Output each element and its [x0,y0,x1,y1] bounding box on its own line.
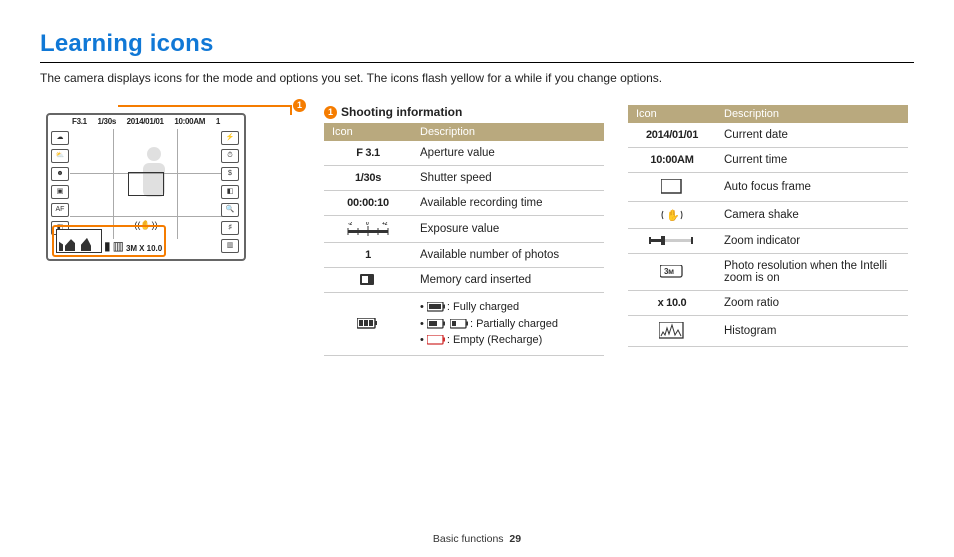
card-icon [324,268,412,293]
description-cell: Auto focus frame [716,173,908,202]
table-row: Histogram [628,316,908,347]
icon-table-2: IconDescription 2014/01/01Current date10… [628,105,908,347]
description-cell: Camera shake [716,202,908,229]
description-cell: Exposure value [412,216,604,243]
osd-shutter: 1/30s [97,117,116,129]
osd-icon: $ [221,167,239,181]
battery-icon [324,293,412,356]
description-cell: Photo resolution when the Intelli zoom i… [716,254,908,291]
table-row: 10:00AMCurrent time [628,148,908,173]
description-cell: Memory card inserted [412,268,604,293]
osd-count: 1 [216,117,220,129]
af-frame-icon [128,172,164,196]
th-desc: Description [412,123,604,141]
section-heading: 1Shooting information [324,105,604,119]
osd-icon: ☻ [51,167,69,181]
icon-text: 10:00AM [628,148,716,173]
table-row: 2014/01/01Current date [628,123,908,148]
description-cell: Current time [716,148,908,173]
description-cell: Aperture value [412,141,604,166]
res-icon [628,254,716,291]
description-cell: Zoom indicator [716,229,908,254]
table-row: Memory card inserted [324,268,604,293]
osd-card-icon: ▮ [104,239,111,253]
osd-icon: ▣ [51,185,69,199]
icon-text: 1 [324,243,412,268]
zoom-icon [628,229,716,254]
osd-zoom-ratio: X 10.0 [139,244,162,253]
callout-badge: 1 [293,99,306,112]
page-footer: Basic functions 29 [0,533,954,545]
description-cell: Current date [716,123,908,148]
page-title: Learning icons [40,30,914,58]
af-icon [628,173,716,202]
table-row: Exposure value [324,216,604,243]
title-rule [40,62,914,63]
osd-resolution: 3M [126,244,137,253]
table-row: F 3.1Aperture value [324,141,604,166]
table-row: Camera shake [628,202,908,229]
th-desc: Description [716,105,908,123]
table-row: Zoom indicator [628,229,908,254]
osd-icon: ⏱ [221,149,239,163]
osd-icon: ☁ [51,131,69,145]
osd-aperture: F3.1 [72,117,87,129]
icon-text: F 3.1 [324,141,412,166]
table-row: 1Available number of photos [324,243,604,268]
th-icon: Icon [324,123,412,141]
icon-text: x 10.0 [628,291,716,316]
th-icon: Icon [628,105,716,123]
table-row: x 10.0Zoom ratio [628,291,908,316]
exposure-icon [324,216,412,243]
description-cell: Available number of photos [412,243,604,268]
table-row: 00:00:10Available recording time [324,191,604,216]
table-row: Auto focus frame [628,173,908,202]
icon-text: 1/30s [324,166,412,191]
table1-wrap: 1Shooting information IconDescription F … [324,105,604,356]
icon-text: 2014/01/01 [628,123,716,148]
osd-icon: AF [51,203,69,217]
description-cell: Histogram [716,316,908,347]
hist-icon [628,316,716,347]
description-cell: Zoom ratio [716,291,908,316]
icon-table-1: IconDescription F 3.1Aperture value1/30s… [324,123,604,356]
intro-text: The camera displays icons for the mode a… [40,71,914,85]
table-row: : Fully charged : Partially charged: Emp… [324,293,604,356]
osd-icon: 🔍 [221,203,239,217]
icon-text: 00:00:10 [324,191,412,216]
osd-icon: ◧ [221,185,239,199]
table2-wrap: IconDescription 2014/01/01Current date10… [628,105,908,347]
camera-screen-figure: 1 F3.1 1/30s 2014/01/01 10:00AM 1 ((✋)) … [40,105,300,261]
description-cell: : Fully charged : Partially charged: Emp… [412,293,604,356]
osd-time: 10:00AM [174,117,205,129]
table-row: 1/30sShutter speed [324,166,604,191]
shake-icon [628,202,716,229]
osd-date: 2014/01/01 [127,117,164,129]
description-cell: Shutter speed [412,166,604,191]
osd-battery-icon: ▥ [113,239,124,253]
histogram-icon [56,229,102,253]
table-row: Photo resolution when the Intelli zoom i… [628,254,908,291]
osd-icon: ⚡ [221,131,239,145]
osd-icon: ⛅ [51,149,69,163]
description-cell: Available recording time [412,191,604,216]
